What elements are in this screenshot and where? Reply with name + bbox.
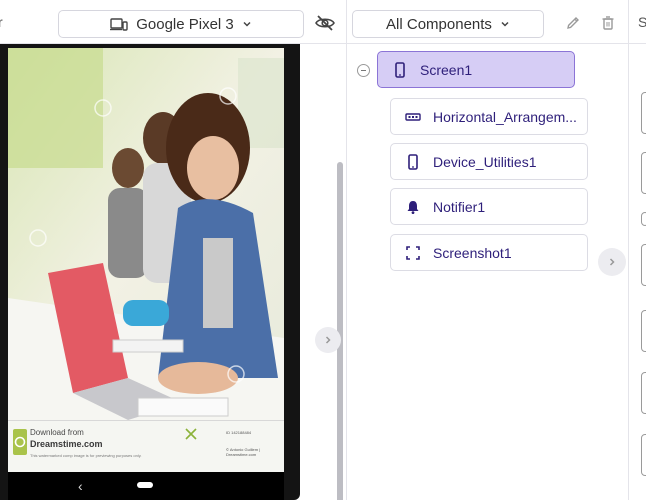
- watermark-line3: This watermarked comp image is for previ…: [30, 453, 142, 458]
- right-edge-text: S: [638, 14, 646, 30]
- property-input[interactable]: [641, 152, 646, 194]
- students-studying-photo: [8, 48, 284, 420]
- top-toolbar: r Google Pixel 3 All Components S: [0, 0, 646, 44]
- dreamstime-logo: [13, 429, 27, 455]
- property-input[interactable]: [641, 434, 646, 476]
- tree-node-horizontal-arrangement[interactable]: Horizontal_Arrangem...: [390, 98, 588, 135]
- tree-node-label: Device_Utilities1: [433, 153, 537, 170]
- tablet-phone-icon: [110, 17, 128, 31]
- chevron-right-icon: [609, 258, 615, 266]
- device-select-label: Google Pixel 3: [136, 15, 234, 33]
- phone-icon: [395, 61, 405, 78]
- collapse-viewer-button[interactable]: [315, 327, 341, 353]
- tree-node-device-utilities[interactable]: Device_Utilities1: [390, 143, 588, 180]
- watermark-credit: © Antonio Guillem | Dreamstime.com: [226, 447, 261, 457]
- component-filter-select[interactable]: All Components: [352, 10, 544, 38]
- tree-node-label: Notifier1: [433, 198, 486, 215]
- screen-preview-image: Download from Dreamstime.com This waterm…: [8, 48, 284, 472]
- tree-node-label: Screen1: [420, 61, 473, 78]
- collapse-tree-icon[interactable]: [357, 64, 370, 77]
- hide-components-eye-icon[interactable]: [314, 13, 336, 33]
- chevron-right-icon: [325, 336, 331, 344]
- chevron-down-icon: [243, 21, 251, 27]
- tree-node-notifier[interactable]: Notifier1: [390, 188, 588, 225]
- device-utilities-icon: [408, 153, 418, 170]
- left-edge-text: r: [0, 14, 3, 30]
- bell-icon: [407, 200, 419, 214]
- device-select[interactable]: Google Pixel 3: [58, 10, 304, 38]
- nav-back-icon: ‹: [78, 478, 83, 494]
- designer-viewer: Download from Dreamstime.com This waterm…: [0, 44, 346, 500]
- watermark-banner: Download from Dreamstime.com This waterm…: [8, 420, 284, 472]
- horizontal-arrangement-icon: [405, 112, 421, 121]
- screenshot-icon: [406, 245, 420, 260]
- nav-home-icon: [137, 482, 153, 488]
- rename-pencil-icon[interactable]: [565, 15, 581, 31]
- property-input[interactable]: [641, 372, 646, 414]
- property-input[interactable]: [641, 92, 646, 134]
- phone-preview: Download from Dreamstime.com This waterm…: [0, 44, 300, 500]
- expand-properties-button[interactable]: [598, 248, 626, 276]
- property-checkbox[interactable]: [641, 212, 646, 226]
- component-filter-label: All Components: [386, 15, 492, 33]
- toolbar-divider: [628, 0, 629, 44]
- delete-trash-icon[interactable]: [600, 15, 616, 31]
- watermark-line2: Dreamstime.com: [30, 439, 103, 449]
- watermark-id: ID 142188484: [226, 430, 252, 435]
- components-tree: Screen1 Horizontal_Arrangem... Device_Ut…: [347, 44, 628, 500]
- scissors-icon: [185, 428, 197, 440]
- tree-node-label: Horizontal_Arrangem...: [433, 108, 577, 125]
- tree-node-screen1[interactable]: Screen1: [377, 51, 575, 88]
- property-input[interactable]: [641, 244, 646, 286]
- properties-panel-edge: [628, 44, 646, 500]
- tree-node-screenshot[interactable]: Screenshot1: [390, 234, 588, 271]
- tree-node-label: Screenshot1: [433, 244, 512, 261]
- android-nav-bar: ‹: [8, 472, 284, 500]
- toolbar-divider: [346, 0, 347, 44]
- watermark-line1: Download from: [30, 428, 84, 437]
- property-input[interactable]: [641, 310, 646, 352]
- chevron-down-icon: [501, 21, 509, 27]
